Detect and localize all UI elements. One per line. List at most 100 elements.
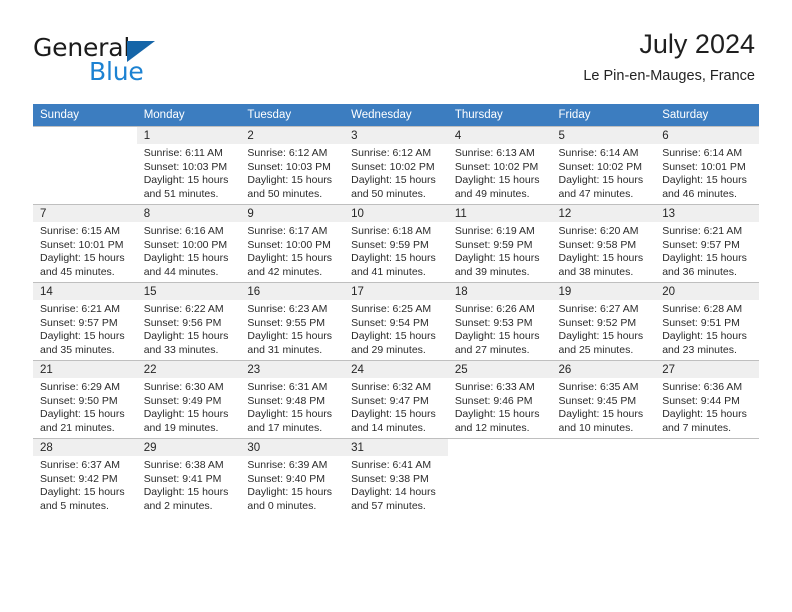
sunrise-text: Sunrise: 6:12 AM [247, 147, 328, 159]
day-number: 30 [240, 439, 345, 456]
daylight-text-cont: and 42 minutes. [247, 265, 323, 278]
calendar-day-cell[interactable]: 9 Sunrise: 6:17 AM Sunset: 10:00 PM Dayligh… [240, 204, 345, 282]
calendar-cell-empty [551, 438, 656, 516]
day-number: 20 [655, 283, 759, 300]
day-details: Sunrise: 6:33 AM Sunset: 9:46 PM Daylight:… [448, 378, 552, 435]
calendar-day-cell[interactable]: 5 Sunrise: 6:14 AM Sunset: 10:02 PM Dayligh… [551, 126, 656, 204]
daylight-text-cont: and 50 minutes. [351, 187, 426, 200]
calendar-day-cell[interactable]: 22 Sunrise: 6:30 AM Sunset: 9:49 PM Dayligh… [136, 360, 241, 438]
calendar-day-cell[interactable]: 12 Sunrise: 6:20 AM Sunset: 9:58 PM Dayligh… [551, 204, 656, 282]
calendar-day-cell[interactable]: 11 Sunrise: 6:19 AM Sunset: 9:59 PM Dayligh… [447, 204, 552, 282]
daylight-text: Daylight: 15 hours [40, 486, 125, 499]
calendar-day-cell[interactable]: 3 Sunrise: 6:12 AM Sunset: 10:02 PM Dayligh… [344, 126, 448, 204]
day-details: Sunrise: 6:20 AM Sunset: 9:58 PM Daylight:… [552, 222, 656, 279]
daylight-text-cont: and 19 minutes. [143, 421, 219, 434]
day-details: Sunrise: 6:29 AM Sunset: 9:50 PM Daylight:… [33, 378, 137, 435]
day-details: Sunrise: 6:17 AM Sunset: 10:00 PM Daylight… [240, 222, 344, 279]
day-number: 16 [240, 283, 345, 300]
sunset-text: Sunset: 9:53 PM [454, 316, 533, 329]
sunset-text: Sunset: 9:41 PM [143, 472, 222, 485]
calendar-cell-empty [655, 438, 759, 516]
calendar-day-cell[interactable]: 30 Sunrise: 6:39 AM Sunset: 9:40 PM Dayligh… [240, 438, 345, 516]
sunrise-text: Sunrise: 6:18 AM [351, 225, 432, 237]
daylight-text-cont: and 51 minutes. [143, 187, 219, 200]
day-details: Sunrise: 6:27 AM Sunset: 9:52 PM Daylight:… [552, 300, 656, 357]
calendar-day-cell[interactable]: 2 Sunrise: 6:12 AM Sunset: 10:03 PM Dayligh… [240, 126, 345, 204]
calendar-day-cell[interactable]: 16 Sunrise: 6:23 AM Sunset: 9:55 PM Dayligh… [240, 282, 345, 360]
sunset-text: Sunset: 9:49 PM [143, 394, 222, 407]
day-number: 17 [344, 283, 448, 300]
daylight-text: Daylight: 15 hours [247, 486, 333, 499]
calendar-day-cell[interactable]: 23 Sunrise: 6:31 AM Sunset: 9:48 PM Dayligh… [240, 360, 345, 438]
day-details: Sunrise: 6:18 AM Sunset: 9:59 PM Daylight:… [344, 222, 448, 279]
day-details: Sunrise: 6:36 AM Sunset: 9:44 PM Daylight:… [655, 378, 759, 435]
calendar-day-cell[interactable]: 26 Sunrise: 6:35 AM Sunset: 9:45 PM Dayligh… [551, 360, 656, 438]
day-number: 25 [447, 361, 552, 378]
sunrise-text: Sunrise: 6:16 AM [143, 225, 224, 237]
daylight-text: Daylight: 15 hours [247, 174, 333, 187]
sunrise-text: Sunrise: 6:17 AM [247, 225, 328, 237]
daylight-text: Daylight: 15 hours [454, 174, 540, 187]
calendar-week-row: 21 Sunrise: 6:29 AM Sunset: 9:50 PM Dayligh… [33, 360, 759, 438]
calendar-day-cell[interactable]: 8 Sunrise: 6:16 AM Sunset: 10:00 PM Dayligh… [136, 204, 241, 282]
calendar-day-cell[interactable]: 31 Sunrise: 6:41 AM Sunset: 9:38 PM Dayligh… [344, 438, 448, 516]
calendar-day-cell[interactable]: 4 Sunrise: 6:13 AM Sunset: 10:02 PM Dayligh… [447, 126, 552, 204]
calendar-day-cell[interactable]: 20 Sunrise: 6:28 AM Sunset: 9:51 PM Dayligh… [655, 282, 759, 360]
sunset-text: Sunset: 9:56 PM [143, 316, 222, 329]
calendar-day-cell[interactable]: 17 Sunrise: 6:25 AM Sunset: 9:54 PM Dayligh… [344, 282, 448, 360]
daylight-text-cont: and 2 minutes. [143, 499, 213, 512]
weekday-header-monday: Monday [136, 104, 241, 126]
daylight-text: Daylight: 15 hours [143, 330, 229, 343]
weekday-header-friday: Friday [551, 104, 656, 126]
weekday-header-sunday: Sunday [33, 104, 137, 126]
sunrise-text: Sunrise: 6:37 AM [40, 459, 120, 471]
calendar-day-cell[interactable]: 19 Sunrise: 6:27 AM Sunset: 9:52 PM Dayligh… [551, 282, 656, 360]
calendar-day-cell[interactable]: 15 Sunrise: 6:22 AM Sunset: 9:56 PM Dayligh… [136, 282, 241, 360]
general-blue-logo[interactable]: General Blue [33, 33, 233, 86]
sunset-text: Sunset: 9:54 PM [351, 316, 429, 329]
day-details: Sunrise: 6:31 AM Sunset: 9:48 PM Daylight:… [240, 378, 344, 435]
calendar-day-cell[interactable]: 28 Sunrise: 6:37 AM Sunset: 9:42 PM Dayligh… [33, 438, 137, 516]
calendar-week-row: 14 Sunrise: 6:21 AM Sunset: 9:57 PM Dayligh… [33, 282, 759, 360]
sunset-text: Sunset: 9:57 PM [40, 316, 118, 329]
calendar-page: General Blue July 2024 Le Pin-en-Mauges,… [0, 0, 792, 612]
sunrise-text: Sunrise: 6:26 AM [454, 303, 535, 315]
sunrise-text: Sunrise: 6:19 AM [454, 225, 535, 237]
calendar-cell-empty [33, 126, 137, 204]
weekday-header-saturday: Saturday [655, 104, 759, 126]
daylight-text: Daylight: 15 hours [351, 330, 436, 343]
calendar-day-cell[interactable]: 24 Sunrise: 6:32 AM Sunset: 9:47 PM Dayligh… [344, 360, 448, 438]
daylight-text-cont: and 10 minutes. [558, 421, 634, 434]
daylight-text: Daylight: 15 hours [351, 174, 436, 187]
calendar-day-cell[interactable]: 14 Sunrise: 6:21 AM Sunset: 9:57 PM Dayligh… [33, 282, 137, 360]
calendar-day-cell[interactable]: 13 Sunrise: 6:21 AM Sunset: 9:57 PM Dayligh… [655, 204, 759, 282]
sunset-text: Sunset: 9:59 PM [454, 238, 533, 251]
calendar-day-cell[interactable]: 25 Sunrise: 6:33 AM Sunset: 9:46 PM Dayligh… [447, 360, 552, 438]
sunset-text: Sunset: 10:03 PM [247, 160, 331, 173]
calendar-day-cell[interactable]: 18 Sunrise: 6:26 AM Sunset: 9:53 PM Dayligh… [447, 282, 552, 360]
daylight-text-cont: and 27 minutes. [454, 343, 530, 356]
daylight-text-cont: and 36 minutes. [662, 265, 737, 278]
calendar-day-cell[interactable]: 29 Sunrise: 6:38 AM Sunset: 9:41 PM Dayligh… [136, 438, 241, 516]
day-details: Sunrise: 6:15 AM Sunset: 10:01 PM Daylight… [33, 222, 137, 279]
sunrise-text: Sunrise: 6:33 AM [454, 381, 535, 393]
daylight-text: Daylight: 15 hours [558, 252, 644, 265]
daylight-text-cont: and 47 minutes. [558, 187, 634, 200]
day-details: Sunrise: 6:21 AM Sunset: 9:57 PM Daylight:… [655, 222, 759, 279]
day-number: 21 [33, 361, 137, 378]
sunset-text: Sunset: 9:52 PM [558, 316, 637, 329]
day-details: Sunrise: 6:12 AM Sunset: 10:02 PM Daylight… [344, 144, 448, 201]
calendar-day-cell[interactable]: 27 Sunrise: 6:36 AM Sunset: 9:44 PM Dayligh… [655, 360, 759, 438]
calendar-day-cell[interactable]: 6 Sunrise: 6:14 AM Sunset: 10:01 PM Dayligh… [655, 126, 759, 204]
daylight-text: Daylight: 15 hours [143, 408, 229, 421]
day-number: 26 [551, 361, 656, 378]
calendar-day-cell[interactable]: 21 Sunrise: 6:29 AM Sunset: 9:50 PM Dayligh… [33, 360, 137, 438]
day-number: 23 [240, 361, 345, 378]
daylight-text: Daylight: 15 hours [40, 408, 125, 421]
daylight-text-cont: and 50 minutes. [247, 187, 323, 200]
calendar-day-cell[interactable]: 1 Sunrise: 6:11 AM Sunset: 10:03 PM Dayligh… [136, 126, 241, 204]
daylight-text: Daylight: 15 hours [662, 174, 747, 187]
daylight-text-cont: and 57 minutes. [351, 499, 426, 512]
calendar-day-cell[interactable]: 10 Sunrise: 6:18 AM Sunset: 9:59 PM Dayligh… [344, 204, 448, 282]
calendar-day-cell[interactable]: 7 Sunrise: 6:15 AM Sunset: 10:01 PM Dayligh… [33, 204, 137, 282]
